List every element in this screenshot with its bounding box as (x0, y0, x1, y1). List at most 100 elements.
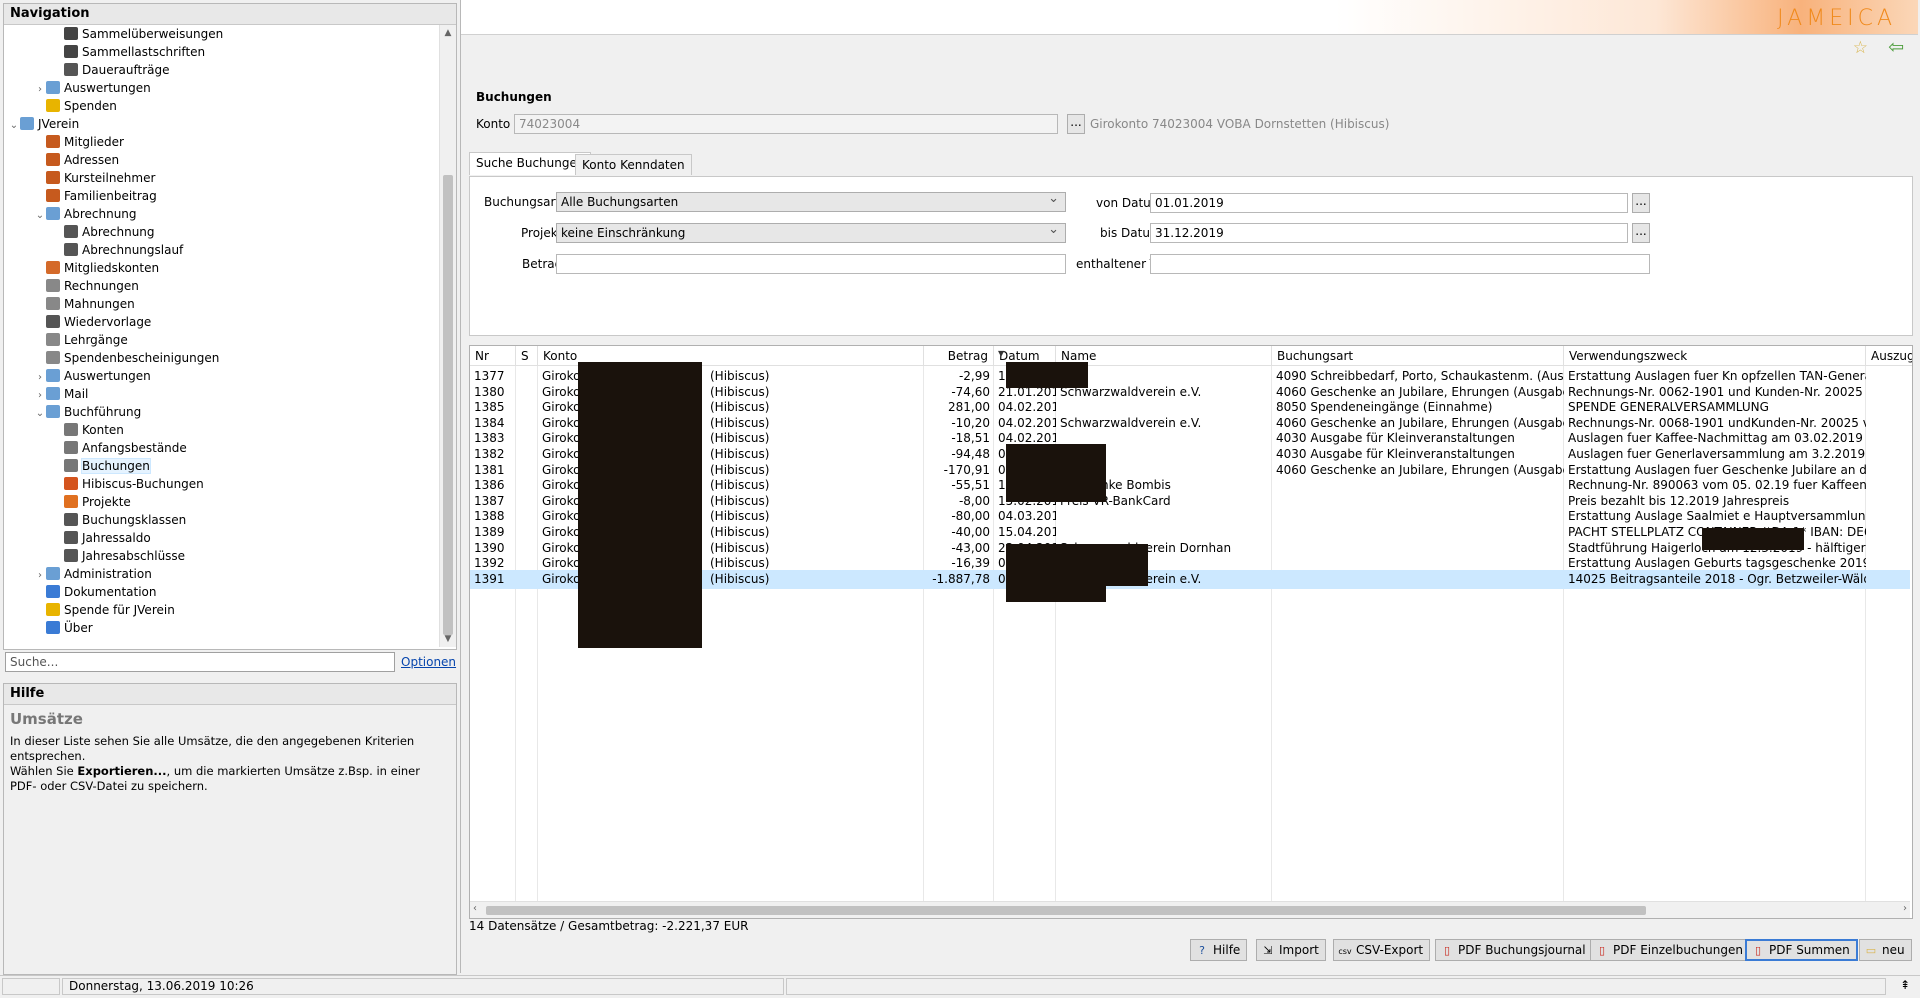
certificate-icon (46, 351, 60, 364)
course-icon (46, 333, 60, 346)
nav-item[interactable]: Mitglieder (34, 133, 124, 151)
help-paragraph-1: In dieser Liste sehen Sie alle Umsätze, … (10, 734, 415, 763)
nav-item[interactable]: Anfangsbestände (52, 439, 187, 457)
nav-item[interactable]: Jahressaldo (52, 529, 151, 547)
ledger-icon (64, 423, 78, 436)
nav-item-label: Buchführung (64, 405, 142, 419)
von-datum-picker-button[interactable]: ... (1632, 193, 1650, 213)
nav-item[interactable]: Spendenbescheinigungen (34, 349, 219, 367)
column-header[interactable]: Verwendungszweck (1564, 346, 1866, 366)
nav-item-label: Sammellastschriften (82, 45, 206, 59)
sigma-icon (64, 513, 78, 526)
nav-item[interactable]: ⌄ Buchführung (34, 403, 141, 421)
nav-item-label: Lehrgänge (64, 333, 128, 347)
nav-item[interactable]: Kursteilnehmer (34, 169, 155, 187)
nav-item[interactable]: ⌄ JVerein (8, 115, 79, 133)
text-input[interactable] (1150, 254, 1650, 274)
nav-item[interactable]: Abrechnungslauf (52, 241, 183, 259)
navigation-title: Navigation (4, 4, 456, 25)
buchungsart-select[interactable]: Alle Buchungsarten (556, 192, 1066, 212)
nav-item[interactable]: ⌄ Abrechnung (34, 205, 137, 223)
nav-item[interactable]: Spende für JVerein (34, 601, 175, 619)
new-button-label: neu (1882, 943, 1905, 957)
nav-item-label: Konten (82, 423, 124, 437)
nav-item[interactable]: Rechnungen (34, 277, 139, 295)
new-button[interactable]: ▭ neu (1859, 939, 1912, 961)
column-header[interactable]: Name (1056, 346, 1272, 366)
nav-item[interactable]: Mitgliedskonten (34, 259, 159, 277)
nav-item[interactable]: Spenden (34, 97, 117, 115)
nav-item[interactable]: › Auswertungen (34, 79, 151, 97)
options-link[interactable]: Optionen (401, 655, 456, 669)
import-button[interactable]: ⇲ Import (1256, 939, 1326, 961)
column-header[interactable]: S (516, 346, 538, 366)
folder-icon (46, 81, 60, 94)
help-button[interactable]: ? Hilfe (1190, 939, 1248, 961)
konto-select-button[interactable]: ... (1067, 114, 1085, 134)
scroll-thumb[interactable] (443, 175, 453, 635)
import-icon: ⇲ (1263, 944, 1273, 957)
scroll-left-icon[interactable]: ‹ (473, 903, 477, 914)
nav-item[interactable]: Dokumentation (34, 583, 157, 601)
help-heading: Umsätze (10, 710, 83, 728)
expand-up-icon[interactable]: ⇞ (1900, 978, 1910, 992)
nav-item[interactable]: Hibiscus-Buchungen (52, 475, 204, 493)
nav-item[interactable]: › Auswertungen (34, 367, 151, 385)
tab-konto-kenndaten[interactable]: Konto Kenndaten (575, 154, 692, 175)
status-cell-empty (2, 978, 60, 995)
scroll-down-icon[interactable]: ▼ (440, 631, 456, 647)
scroll-right-icon[interactable]: › (1903, 903, 1907, 914)
search-input[interactable] (5, 652, 395, 672)
nav-item[interactable]: › Mail (34, 385, 88, 403)
nav-item[interactable]: Mahnungen (34, 295, 135, 313)
collapse-arrow-icon[interactable]: ⌄ (34, 207, 46, 225)
status-cell-message (786, 978, 1886, 995)
projekt-select[interactable]: keine Einschränkung (556, 223, 1066, 243)
nav-item[interactable]: › Administration (34, 565, 152, 583)
nav-item[interactable]: Daueraufträge (52, 61, 169, 79)
nav-item[interactable]: Lehrgänge (34, 331, 128, 349)
horizontal-scrollbar[interactable]: ‹ › (470, 901, 1910, 918)
nav-item[interactable]: Über (34, 619, 93, 637)
navigation-scrollbar[interactable]: ▲ ▼ (439, 25, 456, 647)
nav-item[interactable]: Sammellastschriften (52, 43, 205, 61)
bis-datum-picker-button[interactable]: ... (1632, 223, 1650, 243)
nav-item[interactable]: Wiedervorlage (34, 313, 151, 331)
pdf-summen-button[interactable]: ▯ PDF Summen (1745, 939, 1858, 961)
nav-item-label: Buchungen (81, 458, 151, 474)
nav-item[interactable]: Buchungen (52, 457, 151, 475)
column-header[interactable]: Betrag (924, 346, 994, 366)
betrag-input[interactable] (556, 254, 1066, 274)
nav-item[interactable]: Abrechnung (52, 223, 155, 241)
column-header[interactable]: Buchungsart (1272, 346, 1564, 366)
nav-item[interactable]: Sammelüberweisungen (52, 25, 223, 43)
collapse-arrow-icon[interactable]: ⌄ (8, 117, 20, 135)
pdf-buchungsjournal-button[interactable]: ▯ PDF Buchungsjournal (1435, 939, 1593, 961)
csv-export-button[interactable]: csv CSV-Export (1333, 939, 1431, 961)
nav-item[interactable]: Jahresabschlüsse (52, 547, 185, 565)
von-datum-input[interactable]: 01.01.2019 (1150, 193, 1628, 213)
hscroll-thumb[interactable] (486, 906, 1646, 915)
konto-label: Konto (476, 117, 511, 131)
collapse-arrow-icon[interactable]: ⌄ (34, 405, 46, 423)
nav-item[interactable]: Adressen (34, 151, 119, 169)
tab-suche-buchungen[interactable]: Suche Buchungen (469, 152, 592, 175)
back-arrow-icon[interactable]: ⇦ (1888, 36, 1904, 58)
folder-icon (46, 369, 60, 382)
nav-item-label: Mitglieder (64, 135, 124, 149)
konto-field[interactable]: 74023004 (514, 114, 1058, 134)
nav-item[interactable]: Projekte (52, 493, 131, 511)
nav-item[interactable]: Buchungsklassen (52, 511, 186, 529)
pdf-einzelbuchungen-button[interactable]: ▯ PDF Einzelbuchungen (1590, 939, 1750, 961)
nav-item[interactable]: Konten (52, 421, 124, 439)
nav-item[interactable]: Familienbeitrag (34, 187, 157, 205)
nav-item-label: Jahresabschlüsse (82, 549, 186, 563)
bookmark-star-icon[interactable]: ☆ (1853, 38, 1868, 58)
folder-icon (46, 207, 60, 220)
column-header[interactable]: Nr (470, 346, 516, 366)
scroll-up-icon[interactable]: ▲ (440, 25, 456, 41)
sort-indicator-icon[interactable]: ▼ (998, 349, 1004, 358)
column-header[interactable]: Auszugsnummer (1866, 346, 1912, 366)
bis-datum-input[interactable]: 31.12.2019 (1150, 223, 1628, 243)
help-title: Hilfe (4, 684, 456, 705)
